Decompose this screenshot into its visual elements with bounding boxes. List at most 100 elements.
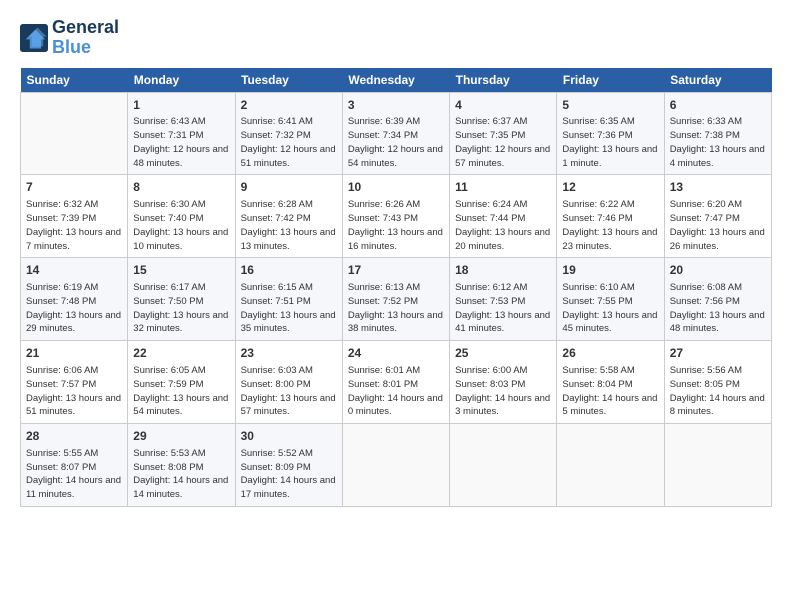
- day-content: Sunrise: 5:53 AM Sunset: 8:08 PM Dayligh…: [133, 447, 229, 502]
- day-number: 6: [670, 97, 766, 114]
- calendar-cell: 18 Sunrise: 6:12 AM Sunset: 7:53 PM Dayli…: [450, 258, 557, 341]
- calendar-cell: [342, 424, 449, 507]
- calendar-cell: [664, 424, 771, 507]
- calendar-week-row: 14Sunrise: 6:19 AM Sunset: 7:48 PM Dayli…: [21, 258, 772, 341]
- day-content: Sunrise: 6:39 AM Sunset: 7:34 PM Dayligh…: [348, 115, 444, 170]
- calendar-cell: 25 Sunrise: 6:00 AM Sunset: 8:03 PM Dayli…: [450, 341, 557, 424]
- day-content: Sunrise: 6:35 AM Sunset: 7:36 PM Dayligh…: [562, 115, 658, 170]
- day-number: 18: [455, 262, 551, 279]
- calendar-cell: 24Sunrise: 6:01 AM Sunset: 8:01 PM Dayli…: [342, 341, 449, 424]
- calendar-cell: 6Sunrise: 6:33 AM Sunset: 7:38 PM Daylig…: [664, 92, 771, 175]
- calendar-header-saturday: Saturday: [664, 68, 771, 93]
- calendar-header-thursday: Thursday: [450, 68, 557, 93]
- calendar-cell: 3Sunrise: 6:39 AM Sunset: 7:34 PM Daylig…: [342, 92, 449, 175]
- day-number: 10: [348, 179, 444, 196]
- day-number: 5: [562, 97, 658, 114]
- day-number: 15: [133, 262, 229, 279]
- calendar-cell: 21 Sunrise: 6:06 AM Sunset: 7:57 PM Dayli…: [21, 341, 128, 424]
- logo-text-general: General: [52, 18, 119, 38]
- calendar-header-wednesday: Wednesday: [342, 68, 449, 93]
- day-number: 8: [133, 179, 229, 196]
- day-number: 13: [670, 179, 766, 196]
- day-content: Sunrise: 6:13 AM Sunset: 7:52 PM Dayligh…: [348, 281, 444, 336]
- calendar-header-row: SundayMondayTuesdayWednesdayThursdayFrid…: [21, 68, 772, 93]
- calendar-cell: 28 Sunrise: 5:55 AM Sunset: 8:07 PM Dayli…: [21, 424, 128, 507]
- calendar-cell: 22 Sunrise: 6:05 AM Sunset: 7:59 PM Dayli…: [128, 341, 235, 424]
- day-number: 20: [670, 262, 766, 279]
- calendar-cell: 30 Sunrise: 5:52 AM Sunset: 8:09 PM Dayli…: [235, 424, 342, 507]
- calendar-header-monday: Monday: [128, 68, 235, 93]
- calendar-cell: 13 Sunrise: 6:20 AM Sunset: 7:47 PM Dayli…: [664, 175, 771, 258]
- logo-text-blue: Blue: [52, 38, 119, 58]
- calendar-cell: 27 Sunrise: 5:56 AM Sunset: 8:05 PM Dayli…: [664, 341, 771, 424]
- day-content: Sunrise: 6:06 AM Sunset: 7:57 PM Dayligh…: [26, 364, 122, 419]
- day-number: 27: [670, 345, 766, 362]
- day-number: 28: [26, 428, 122, 445]
- calendar-cell: 14Sunrise: 6:19 AM Sunset: 7:48 PM Dayli…: [21, 258, 128, 341]
- day-number: 12: [562, 179, 658, 196]
- day-number: 2: [241, 97, 337, 114]
- day-content: Sunrise: 6:20 AM Sunset: 7:47 PM Dayligh…: [670, 198, 766, 253]
- calendar-cell: [21, 92, 128, 175]
- calendar-cell: 15 Sunrise: 6:17 AM Sunset: 7:50 PM Dayli…: [128, 258, 235, 341]
- day-number: 11: [455, 179, 551, 196]
- calendar-cell: 23 Sunrise: 6:03 AM Sunset: 8:00 PM Dayli…: [235, 341, 342, 424]
- day-number: 25: [455, 345, 551, 362]
- day-number: 30: [241, 428, 337, 445]
- calendar-cell: 11 Sunrise: 6:24 AM Sunset: 7:44 PM Dayli…: [450, 175, 557, 258]
- day-number: 23: [241, 345, 337, 362]
- day-number: 21: [26, 345, 122, 362]
- day-content: Sunrise: 6:12 AM Sunset: 7:53 PM Dayligh…: [455, 281, 551, 336]
- calendar-cell: 16Sunrise: 6:15 AM Sunset: 7:51 PM Dayli…: [235, 258, 342, 341]
- day-number: 4: [455, 97, 551, 114]
- calendar-cell: 29 Sunrise: 5:53 AM Sunset: 8:08 PM Dayli…: [128, 424, 235, 507]
- day-content: Sunrise: 6:03 AM Sunset: 8:00 PM Dayligh…: [241, 364, 337, 419]
- day-number: 1: [133, 97, 229, 114]
- day-number: 9: [241, 179, 337, 196]
- day-content: Sunrise: 6:33 AM Sunset: 7:38 PM Dayligh…: [670, 115, 766, 170]
- day-content: Sunrise: 5:56 AM Sunset: 8:05 PM Dayligh…: [670, 364, 766, 419]
- day-content: Sunrise: 6:30 AM Sunset: 7:40 PM Dayligh…: [133, 198, 229, 253]
- calendar-cell: 20 Sunrise: 6:08 AM Sunset: 7:56 PM Dayli…: [664, 258, 771, 341]
- calendar-cell: 19Sunrise: 6:10 AM Sunset: 7:55 PM Dayli…: [557, 258, 664, 341]
- logo: General Blue: [20, 18, 119, 58]
- calendar-week-row: 28 Sunrise: 5:55 AM Sunset: 8:07 PM Dayli…: [21, 424, 772, 507]
- calendar-table: SundayMondayTuesdayWednesdayThursdayFrid…: [20, 68, 772, 507]
- day-content: Sunrise: 6:24 AM Sunset: 7:44 PM Dayligh…: [455, 198, 551, 253]
- calendar-cell: 7 Sunrise: 6:32 AM Sunset: 7:39 PM Daylig…: [21, 175, 128, 258]
- calendar-cell: 2Sunrise: 6:41 AM Sunset: 7:32 PM Daylig…: [235, 92, 342, 175]
- calendar-cell: 1Sunrise: 6:43 AM Sunset: 7:31 PM Daylig…: [128, 92, 235, 175]
- calendar-cell: [557, 424, 664, 507]
- day-content: Sunrise: 5:58 AM Sunset: 8:04 PM Dayligh…: [562, 364, 658, 419]
- calendar-header-tuesday: Tuesday: [235, 68, 342, 93]
- calendar-week-row: 7 Sunrise: 6:32 AM Sunset: 7:39 PM Daylig…: [21, 175, 772, 258]
- day-number: 3: [348, 97, 444, 114]
- calendar-cell: 17Sunrise: 6:13 AM Sunset: 7:52 PM Dayli…: [342, 258, 449, 341]
- day-content: Sunrise: 6:26 AM Sunset: 7:43 PM Dayligh…: [348, 198, 444, 253]
- day-content: Sunrise: 5:52 AM Sunset: 8:09 PM Dayligh…: [241, 447, 337, 502]
- day-content: Sunrise: 6:41 AM Sunset: 7:32 PM Dayligh…: [241, 115, 337, 170]
- day-number: 26: [562, 345, 658, 362]
- day-number: 24: [348, 345, 444, 362]
- day-number: 7: [26, 179, 122, 196]
- day-content: Sunrise: 6:15 AM Sunset: 7:51 PM Dayligh…: [241, 281, 337, 336]
- day-number: 14: [26, 262, 122, 279]
- calendar-cell: [450, 424, 557, 507]
- calendar-week-row: 1Sunrise: 6:43 AM Sunset: 7:31 PM Daylig…: [21, 92, 772, 175]
- day-content: Sunrise: 6:00 AM Sunset: 8:03 PM Dayligh…: [455, 364, 551, 419]
- day-number: 29: [133, 428, 229, 445]
- day-content: Sunrise: 5:55 AM Sunset: 8:07 PM Dayligh…: [26, 447, 122, 502]
- day-content: Sunrise: 6:08 AM Sunset: 7:56 PM Dayligh…: [670, 281, 766, 336]
- calendar-cell: 12Sunrise: 6:22 AM Sunset: 7:46 PM Dayli…: [557, 175, 664, 258]
- day-content: Sunrise: 6:17 AM Sunset: 7:50 PM Dayligh…: [133, 281, 229, 336]
- logo-icon: [20, 24, 48, 52]
- day-content: Sunrise: 6:05 AM Sunset: 7:59 PM Dayligh…: [133, 364, 229, 419]
- calendar-cell: 26 Sunrise: 5:58 AM Sunset: 8:04 PM Dayli…: [557, 341, 664, 424]
- day-number: 22: [133, 345, 229, 362]
- calendar-cell: 4Sunrise: 6:37 AM Sunset: 7:35 PM Daylig…: [450, 92, 557, 175]
- day-content: Sunrise: 6:32 AM Sunset: 7:39 PM Dayligh…: [26, 198, 122, 253]
- calendar-header-sunday: Sunday: [21, 68, 128, 93]
- day-content: Sunrise: 6:43 AM Sunset: 7:31 PM Dayligh…: [133, 115, 229, 170]
- calendar-cell: 8 Sunrise: 6:30 AM Sunset: 7:40 PM Daylig…: [128, 175, 235, 258]
- calendar-week-row: 21 Sunrise: 6:06 AM Sunset: 7:57 PM Dayli…: [21, 341, 772, 424]
